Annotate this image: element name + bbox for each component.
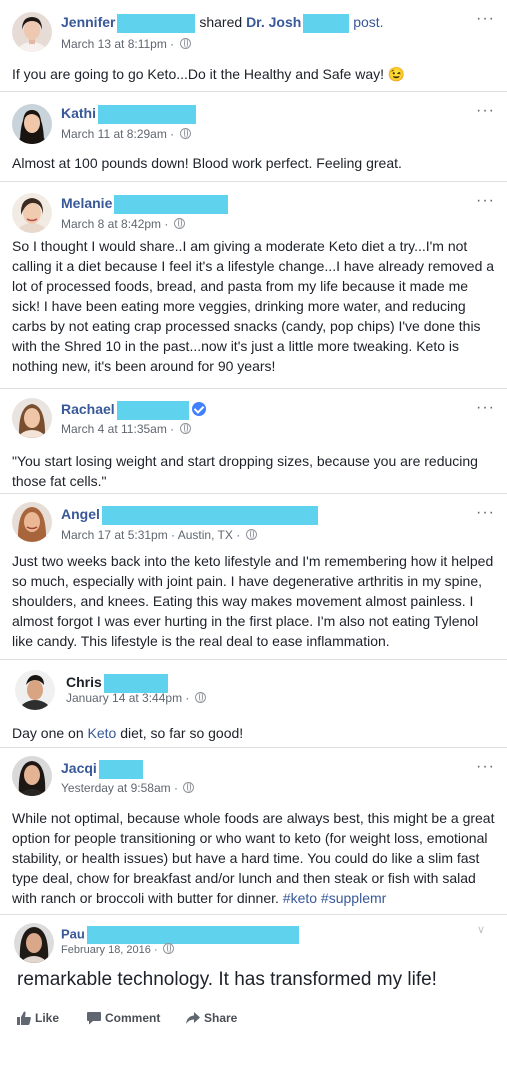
redaction [98,105,196,124]
share-button[interactable]: Share [186,1011,237,1025]
post-text: remarkable technology. It has transforme… [17,969,437,990]
more-options-icon[interactable]: ··· [476,103,495,119]
globe-icon [173,218,185,229]
post-text: "You start losing weight and start dropp… [12,453,478,489]
comment-button[interactable]: Comment [87,1011,160,1025]
post-meta: March 17 at 5:31pm · Austin, TX · [61,528,257,542]
author-first-name[interactable]: Rachael [61,401,115,417]
avatar[interactable] [12,193,52,233]
redaction [303,14,350,33]
post-meta: January 14 at 3:44pm · [66,691,206,705]
shared-text: shared [199,14,243,31]
post-jennifer: Jennifer shared Dr. Josh post. March 13 … [0,0,507,92]
timestamp[interactable]: March 4 at 11:35am · [61,422,174,436]
post-text-end: diet, so far so good! [116,725,244,741]
verified-badge-icon [191,402,206,417]
author-name[interactable]: Angel [61,506,318,525]
globe-icon [183,782,195,793]
post-text-body: While not optimal, because whole foods a… [12,810,495,906]
post-meta: March 4 at 11:35am · [61,422,191,436]
post-rachael: Rachael March 4 at 11:35am · ··· "You st… [0,389,507,494]
author-first-name[interactable]: Chris [66,674,102,690]
redaction [116,401,189,420]
globe-icon [245,529,257,540]
redaction [86,926,299,944]
share-label: Share [204,1011,238,1025]
post-text-start: Day one on [12,725,88,741]
hashtag-links[interactable]: #keto #supplemr [283,890,387,906]
globe-icon [179,38,191,49]
author-first-name[interactable]: Melanie [61,195,112,211]
post-meta: March 13 at 8:11pm · [61,37,191,51]
avatar[interactable] [15,670,55,710]
post-meta: February 18, 2016 · [61,943,174,956]
author-first-name[interactable]: Jennifer [61,14,115,30]
timestamp[interactable]: March 11 at 8:29am · [61,127,174,141]
post-melanie: Melanie March 8 at 8:42pm · ··· So I tho… [0,182,507,389]
author-name[interactable]: Rachael [61,401,206,420]
redaction [98,760,143,779]
avatar[interactable] [12,756,52,796]
author-name[interactable]: Jacqi [61,760,143,779]
redaction [101,506,318,525]
post-chris: Chris January 14 at 3:44pm · Day one on … [0,660,507,748]
timestamp[interactable]: March 8 at 8:42pm · [61,217,168,231]
post-angel: Angel March 17 at 5:31pm · Austin, TX · … [0,494,507,660]
avatar[interactable] [12,12,52,52]
globe-icon [162,943,174,954]
more-options-icon[interactable]: ··· [476,400,495,416]
post-text: So I thought I would share..I am giving … [12,238,495,374]
timestamp[interactable]: January 14 at 3:44pm · [66,691,189,705]
post-kathi: Kathi March 11 at 8:29am · ··· Almost at… [0,92,507,182]
chevron-down-icon[interactable]: ∨ [477,923,485,936]
author-name[interactable]: Kathi [61,105,196,124]
thumbs-up-icon [17,1011,31,1025]
author-name[interactable]: Jennifer shared Dr. Josh post. [61,14,384,33]
post-actions-bar: Like Comment Share [0,1005,507,1035]
like-label: Like [35,1011,60,1025]
timestamp[interactable]: Yesterday at 9:58am · [61,781,178,795]
post-jacqi: Jacqi Yesterday at 9:58am · ··· While no… [0,748,507,915]
globe-icon [179,128,191,139]
author-first-name[interactable]: Kathi [61,105,96,121]
shared-author-name[interactable]: Dr. Josh [246,14,301,30]
author-first-name[interactable]: Jacqi [61,760,97,776]
post-text: If you are going to go Keto...Do it the … [12,66,406,82]
post-meta: Yesterday at 9:58am · [61,781,195,795]
avatar[interactable] [12,502,52,542]
share-icon [186,1012,200,1024]
avatar[interactable] [12,104,52,144]
author-first-name[interactable]: Pau [61,926,85,941]
globe-icon [194,692,206,703]
like-button[interactable]: Like [17,1011,59,1025]
author-first-name[interactable]: Angel [61,506,100,522]
post-text: Almost at 100 pounds down! Blood work pe… [12,155,402,171]
author-name[interactable]: Pau [61,926,299,944]
redaction [117,14,196,33]
shared-post-link[interactable]: post. [353,14,383,30]
keto-link[interactable]: Keto [88,725,117,741]
timestamp[interactable]: March 13 at 8:11pm · [61,37,174,51]
more-options-icon[interactable]: ··· [476,11,495,27]
post-meta: March 8 at 8:42pm · [61,217,185,231]
avatar[interactable] [14,923,54,963]
more-options-icon[interactable]: ··· [476,505,495,521]
timestamp[interactable]: March 17 at 5:31pm · Austin, TX · [61,528,240,542]
redaction [114,195,229,214]
post-text: While not optimal, because whole foods a… [12,808,498,908]
author-name[interactable]: Melanie [61,195,229,214]
more-options-icon[interactable]: ··· [476,759,495,775]
avatar[interactable] [12,398,52,438]
comment-label: Comment [105,1011,161,1025]
post-text: Day one on Keto diet, so far so good! [12,723,498,743]
post-meta: March 11 at 8:29am · [61,127,191,141]
post-text: Just two weeks back into the keto lifest… [12,553,494,649]
post-pau: Pau February 18, 2016 · ∨ remarkable tec… [0,915,507,1082]
timestamp[interactable]: February 18, 2016 · [61,944,158,956]
globe-icon [179,423,191,434]
comment-icon [87,1012,101,1025]
more-options-icon[interactable]: ··· [476,193,495,209]
